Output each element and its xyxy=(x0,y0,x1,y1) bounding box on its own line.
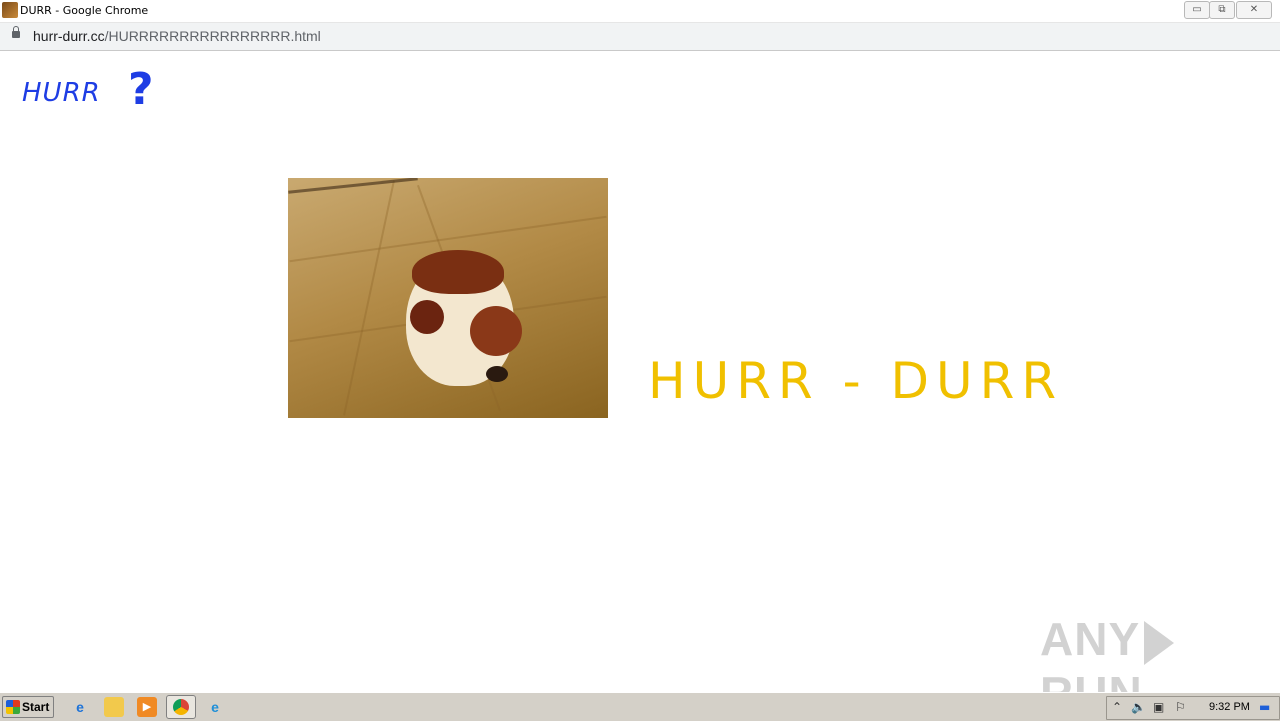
chrome-icon xyxy=(173,699,189,715)
url-path: /HURRRRRRRRRRRRRRRR.html xyxy=(104,28,321,44)
window-titlebar: DURR - Google Chrome ▭ ⧉ ✕ xyxy=(0,0,1280,23)
watermark-left: ANY xyxy=(1040,613,1141,665)
address-bar[interactable]: hurr-durr.cc/HURRRRRRRRRRRRRRRR.html xyxy=(0,23,1280,51)
start-button[interactable]: Start xyxy=(2,696,54,718)
edge-icon[interactable]: e xyxy=(205,697,225,717)
ie-icon[interactable]: e xyxy=(70,697,90,717)
lock-icon[interactable] xyxy=(12,26,20,38)
page-headline: HURR - DURR xyxy=(648,352,1064,410)
restore-button[interactable]: ⧉ xyxy=(1209,1,1235,19)
tray-expand-icon[interactable]: ⌃ xyxy=(1112,700,1122,714)
show-desktop-icon[interactable]: ▬ xyxy=(1259,700,1270,714)
url-host: hurr-durr.cc xyxy=(33,28,105,44)
taskbar-clock[interactable]: 9:32 PM xyxy=(1209,701,1250,713)
chrome-taskbar-button[interactable] xyxy=(166,695,196,719)
minimize-button[interactable]: ▭ xyxy=(1184,1,1210,19)
network-icon[interactable]: ▣ xyxy=(1153,700,1164,714)
window-title: DURR - Google Chrome xyxy=(20,4,149,17)
favicon-icon xyxy=(2,2,18,18)
media-player-icon[interactable]: ▶ xyxy=(137,697,157,717)
explorer-icon[interactable] xyxy=(104,697,124,717)
volume-icon[interactable]: 🔈 xyxy=(1131,700,1146,714)
taskbar: Start e ▶ e ⌃ 🔈 ▣ ⚐ ▬ 9:32 PM xyxy=(0,692,1280,721)
site-logo: HURR xyxy=(22,78,101,108)
start-label: Start xyxy=(22,700,50,714)
dog-image xyxy=(288,178,608,418)
close-button[interactable]: ✕ xyxy=(1236,1,1272,19)
url-text[interactable]: hurr-durr.cc/HURRRRRRRRRRRRRRRR.html xyxy=(33,28,321,44)
action-center-flag-icon[interactable]: ⚐ xyxy=(1175,700,1186,714)
windows-logo-icon xyxy=(6,700,20,714)
play-icon xyxy=(1144,620,1175,665)
site-logo-question-mark: ? xyxy=(128,64,154,115)
system-tray: ⌃ 🔈 ▣ ⚐ ▬ xyxy=(1106,696,1280,720)
